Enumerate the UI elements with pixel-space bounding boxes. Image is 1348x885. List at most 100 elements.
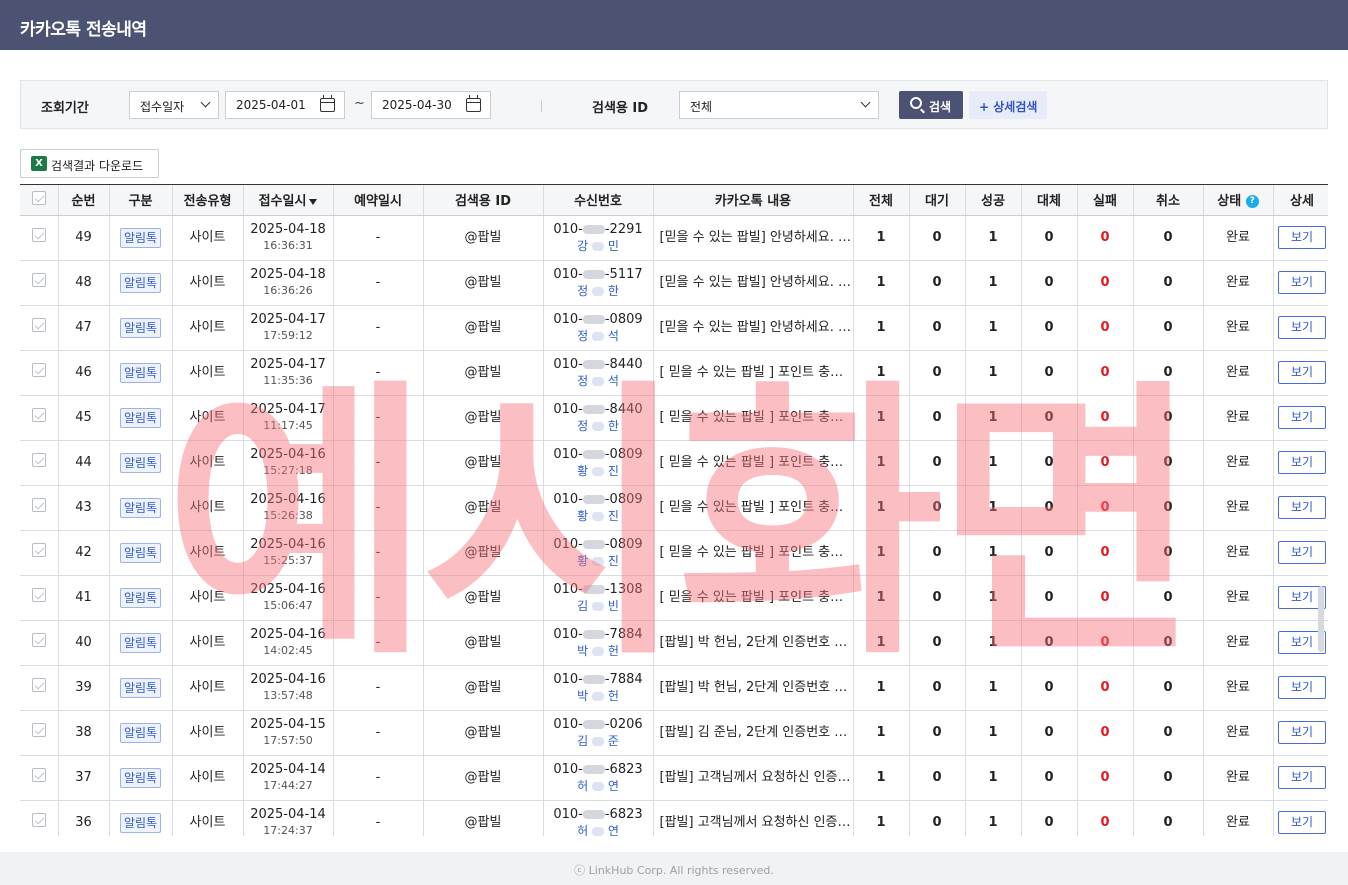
row-checkbox[interactable]: [31, 588, 46, 602]
phone-prefix: 010-: [553, 671, 583, 687]
row-checkbox[interactable]: [31, 318, 46, 332]
view-detail-button[interactable]: 보기: [1278, 496, 1326, 519]
phone-suffix: -8440: [604, 356, 643, 372]
view-detail-button[interactable]: 보기: [1278, 406, 1326, 429]
name-first: 정: [577, 373, 589, 388]
table-row: 39 알림톡 사이트 2025-04-16 13:57:48- @팝빌 010- -7884 박…: [20, 665, 1328, 711]
view-detail-button[interactable]: 보기: [1278, 721, 1326, 744]
row-checkbox[interactable]: [31, 768, 46, 782]
row-fail: 0: [1077, 800, 1134, 836]
view-detail-button[interactable]: 보기: [1278, 451, 1326, 474]
masked-digits: [582, 584, 605, 594]
row-alt: 0: [1021, 350, 1078, 396]
start-date-input[interactable]: 2025-04-01: [225, 91, 345, 119]
row-total: 1: [853, 260, 910, 306]
end-date-value: 2025-04-30: [382, 98, 452, 112]
row-total: 1: [853, 350, 910, 396]
row-alt: 0: [1021, 305, 1078, 351]
sender-id-select[interactable]: 전체: [679, 91, 879, 119]
row-checkbox[interactable]: [31, 408, 46, 422]
row-checkbox[interactable]: [31, 498, 46, 512]
date-type-select[interactable]: 접수일자: [129, 91, 219, 119]
row-success: 1: [965, 395, 1022, 441]
receiver-name: 김 준: [544, 733, 653, 749]
row-fail: 0: [1077, 485, 1134, 531]
phone-prefix: 010-: [553, 401, 583, 417]
view-detail-button[interactable]: 보기: [1278, 541, 1326, 564]
phone-prefix: 010-: [553, 536, 583, 552]
received-date: 2025-04-18: [250, 266, 326, 282]
row-checkbox[interactable]: [31, 633, 46, 647]
row-checkbox[interactable]: [31, 813, 46, 827]
view-detail-button[interactable]: 보기: [1278, 316, 1326, 339]
row-number: 40: [58, 620, 110, 666]
row-send-type: 사이트: [172, 215, 244, 261]
masked-digits: [582, 674, 605, 684]
view-detail-button[interactable]: 보기: [1278, 811, 1326, 834]
kind-badge: 알림톡: [119, 407, 162, 428]
select-all-checkbox[interactable]: [31, 190, 46, 205]
phone-number: 010- -8440: [544, 402, 653, 418]
table-row: 48 알림톡 사이트 2025-04-18 16:36:26- @팝빌 010- -5117 정…: [20, 260, 1328, 306]
kind-badge: 알림톡: [119, 587, 162, 608]
row-sender-id: @팝빌: [423, 665, 544, 711]
table-scrollbar[interactable]: [1318, 586, 1324, 652]
name-first: 황: [577, 508, 589, 523]
view-detail-button[interactable]: 보기: [1278, 361, 1326, 384]
table-row: 45 알림톡 사이트 2025-04-17 11:17:45- @팝빌 010- -8440 정…: [20, 395, 1328, 441]
masked-digits: [582, 719, 605, 729]
name-first: 황: [577, 463, 589, 478]
masked-name: [592, 781, 604, 791]
row-checkbox[interactable]: [31, 228, 46, 242]
view-detail-button[interactable]: 보기: [1278, 271, 1326, 294]
period-label: 조회기간: [41, 101, 89, 116]
row-cancel: 0: [1133, 710, 1204, 756]
row-success: 1: [965, 305, 1022, 351]
col-reserved: 예약일시: [333, 185, 424, 216]
advanced-search-button[interactable]: + 상세검색: [969, 91, 1047, 119]
col-received-label: 접수일시: [258, 194, 307, 210]
col-total: 전체: [853, 185, 910, 216]
row-select-cell: [20, 575, 59, 621]
phone-prefix: 010-: [553, 266, 583, 282]
name-last: 헌: [607, 688, 619, 703]
view-detail-button[interactable]: 보기: [1278, 226, 1326, 249]
masked-digits: [582, 359, 605, 369]
row-reserved: -: [333, 485, 424, 531]
row-checkbox[interactable]: [31, 273, 46, 287]
row-checkbox[interactable]: [31, 678, 46, 692]
view-detail-button[interactable]: 보기: [1278, 766, 1326, 789]
col-message: 카카오톡 내용: [653, 185, 854, 216]
download-results-button[interactable]: X 검색결과 다운로드: [20, 149, 159, 178]
calendar-icon[interactable]: [320, 95, 335, 112]
end-date-input[interactable]: 2025-04-30: [371, 91, 491, 119]
row-sender-id: @팝빌: [423, 215, 544, 261]
row-total: 1: [853, 395, 910, 441]
row-select-cell: [20, 395, 59, 441]
row-checkbox[interactable]: [31, 363, 46, 377]
help-icon[interactable]: ?: [1245, 195, 1259, 209]
row-cancel: 0: [1133, 215, 1204, 261]
search-button[interactable]: 검색: [899, 91, 963, 119]
kind-badge: 알림톡: [119, 362, 162, 383]
masked-digits: [582, 809, 605, 819]
row-number: 44: [58, 440, 110, 486]
row-status: 완료: [1203, 620, 1274, 666]
row-message: [ 믿을 수 있는 팝빌 ] 포인트 충전 안내: [653, 350, 854, 396]
phone-prefix: 010-: [553, 356, 583, 372]
row-checkbox[interactable]: [31, 543, 46, 557]
row-checkbox[interactable]: [31, 723, 46, 737]
row-checkbox[interactable]: [31, 453, 46, 467]
calendar-icon[interactable]: [466, 95, 481, 112]
col-wait: 대기: [909, 185, 966, 216]
row-kind-cell: 알림톡: [109, 395, 173, 441]
col-received[interactable]: 접수일시: [243, 185, 334, 216]
view-detail-button[interactable]: 보기: [1278, 676, 1326, 699]
phone-prefix: 010-: [553, 221, 583, 237]
chevron-down-icon: [860, 97, 871, 108]
receiver-name: 정 석: [544, 328, 653, 344]
kind-badge: 알림톡: [119, 452, 162, 473]
row-alt: 0: [1021, 710, 1078, 756]
row-detail-cell: 보기: [1273, 710, 1328, 756]
row-received: 2025-04-16 15:25:37: [243, 530, 334, 576]
